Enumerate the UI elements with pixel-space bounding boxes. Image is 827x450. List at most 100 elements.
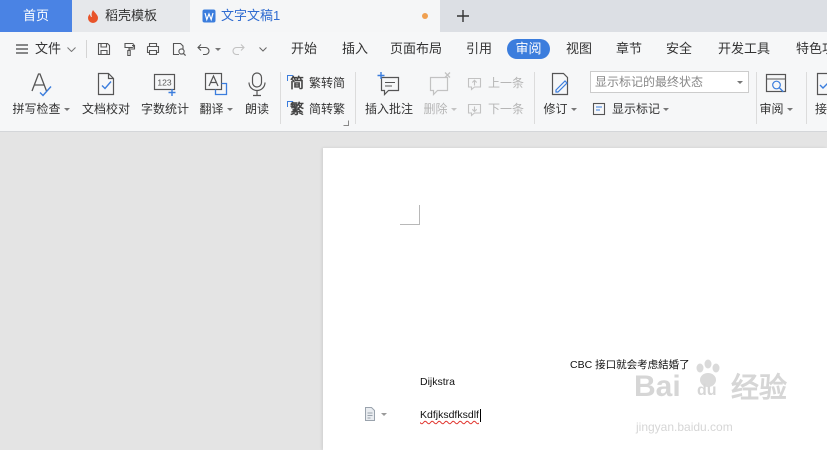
review-pane-icon (762, 70, 790, 98)
docer-logo-icon (86, 9, 100, 23)
print-preview-icon[interactable] (171, 41, 187, 57)
read-aloud-button[interactable]: 朗读 (242, 68, 272, 126)
spell-check-button[interactable]: 拼写检查 (10, 68, 72, 126)
watermark-brand-b: du (697, 382, 717, 399)
tab-home-label: 首页 (22, 8, 49, 23)
read-aloud-label-row: 朗读 (242, 102, 272, 116)
delete-comment-icon (426, 70, 454, 98)
new-tab-button[interactable] (455, 8, 471, 24)
text-cursor (479, 409, 481, 422)
convert-arrow-icon (287, 75, 293, 81)
undo-dropdown-icon[interactable] (215, 48, 221, 51)
tab-document-label: 文字文稿1 (221, 8, 281, 23)
delete-comment-label: 删除 (423, 102, 448, 116)
track-changes-label-row: 修订 (541, 102, 579, 116)
word-count-icon-text: 123 (157, 78, 171, 88)
file-menu-button[interactable]: 文件 (12, 38, 80, 60)
show-markup-button[interactable]: 显示标记 (591, 100, 671, 118)
track-changes-button[interactable]: 修订 (541, 68, 579, 126)
dialog-launcher-icon[interactable] (343, 120, 349, 126)
caret-down-icon (570, 108, 577, 112)
writer-doc-icon (202, 9, 216, 23)
show-markup-icon (591, 101, 607, 117)
markup-mode-select[interactable]: 显示标记的最终状态 (590, 71, 749, 93)
track-changes-icon (546, 70, 574, 98)
menu-tab-insert[interactable]: 插入 (338, 40, 372, 58)
caret-down-icon (450, 108, 457, 112)
watermark-product: 经验 (731, 372, 788, 403)
simplified-to-traditional-icon: 繁 (287, 101, 304, 117)
translate-button[interactable]: 翻译 (197, 68, 235, 126)
file-menu-label: 文件 (35, 41, 62, 56)
document-proofread-button[interactable]: 文档校对 (78, 68, 134, 126)
track-changes-label: 修订 (543, 102, 568, 116)
caret-down-icon (737, 81, 743, 84)
unsaved-dot-icon (422, 13, 428, 19)
document-paragraph[interactable]: Dijkstra (420, 376, 455, 389)
plus-icon (455, 8, 471, 24)
delete-comment-label-row: 删除 (421, 102, 459, 116)
word-count-label: 字数统计 (140, 102, 189, 116)
next-comment-icon (467, 101, 483, 117)
document-page[interactable]: Bai du 经验 jingyan.baidu.com CBC 接口就会考虑結婚… (323, 148, 827, 450)
customize-toolbar-chevron-icon[interactable] (259, 47, 267, 52)
menu-tab-security[interactable]: 安全 (662, 40, 696, 58)
traditional-to-simplified-icon: 简 (287, 75, 304, 91)
next-comment-label: 下一条 (488, 102, 525, 116)
caret-down-icon (663, 108, 670, 112)
menu-tab-review[interactable]: 审阅 (507, 39, 550, 59)
misspelled-word[interactable]: Kdfjksdfksdlf (420, 409, 479, 421)
review-pane-label-row: 审阅 (757, 102, 795, 116)
insert-comment-label-row: 插入批注 (362, 102, 416, 116)
ribbon-separator (806, 72, 807, 124)
paragraph-options-caret-icon[interactable] (381, 413, 387, 416)
accept-change-icon (816, 72, 827, 96)
convert-arrow-icon (287, 101, 293, 107)
tab-home[interactable]: 首页 (0, 0, 72, 32)
spell-check-icon (27, 70, 55, 98)
tab-bar: 首页 稻壳模板 文字文稿1 (0, 0, 827, 32)
chevron-down-icon (67, 47, 76, 52)
accept-change-label: 接 (815, 102, 827, 116)
read-aloud-label: 朗读 (244, 102, 269, 116)
spell-check-label-row: 拼写检查 (10, 102, 72, 116)
redo-icon[interactable] (230, 41, 246, 57)
format-painter-icon[interactable] (121, 41, 137, 57)
word-count-button[interactable]: 123 字数统计 (137, 68, 193, 126)
review-pane-button[interactable]: 审阅 (757, 68, 795, 126)
menu-tab-references[interactable]: 引用 (462, 40, 496, 58)
simplified-to-traditional-button[interactable]: 繁 简转繁 (287, 100, 348, 118)
save-icon[interactable] (96, 41, 112, 57)
next-comment-button[interactable]: 下一条 (467, 100, 527, 118)
margin-mark-vertical (419, 205, 420, 225)
menu-tab-home[interactable]: 开始 (287, 40, 321, 58)
document-paragraph-current[interactable]: Kdfjksdfksdlf (420, 409, 481, 422)
delete-comment-button[interactable]: 删除 (421, 68, 459, 126)
document-proofread-label-row: 文档校对 (78, 102, 134, 116)
previous-comment-icon (467, 75, 483, 91)
print-icon[interactable] (145, 41, 161, 57)
document-paragraph[interactable]: CBC 接口就会考虑結婚了 (570, 359, 690, 372)
document-proofread-label: 文档校对 (81, 102, 130, 116)
previous-comment-button[interactable]: 上一条 (467, 74, 527, 92)
microphone-icon (243, 70, 271, 98)
menu-tab-features[interactable]: 特色功 (796, 40, 827, 58)
translate-icon (202, 70, 230, 98)
menu-tab-view[interactable]: 视图 (562, 40, 596, 58)
watermark-brand-a: Bai (634, 370, 681, 403)
paragraph-options-icon[interactable] (364, 407, 376, 421)
previous-comment-label: 上一条 (488, 76, 525, 90)
insert-comment-button[interactable]: 插入批注 (362, 68, 416, 126)
word-count-label-row: 字数统计 (137, 102, 193, 116)
undo-icon[interactable] (196, 41, 212, 57)
menu-tab-developer[interactable]: 开发工具 (714, 40, 774, 58)
traditional-to-simplified-button[interactable]: 简 繁转简 (287, 74, 348, 92)
word-count-icon: 123 (151, 70, 179, 98)
menu-tab-section[interactable]: 章节 (612, 40, 646, 58)
review-pane-label: 审阅 (759, 102, 784, 116)
menu-tab-page-layout[interactable]: 页面布局 (386, 40, 446, 58)
tab-document[interactable]: 文字文稿1 (190, 0, 440, 32)
traditional-to-simplified-label: 繁转简 (309, 76, 346, 90)
tab-templates[interactable]: 稻壳模板 (72, 0, 190, 32)
accept-change-button[interactable]: 接 (812, 68, 827, 126)
